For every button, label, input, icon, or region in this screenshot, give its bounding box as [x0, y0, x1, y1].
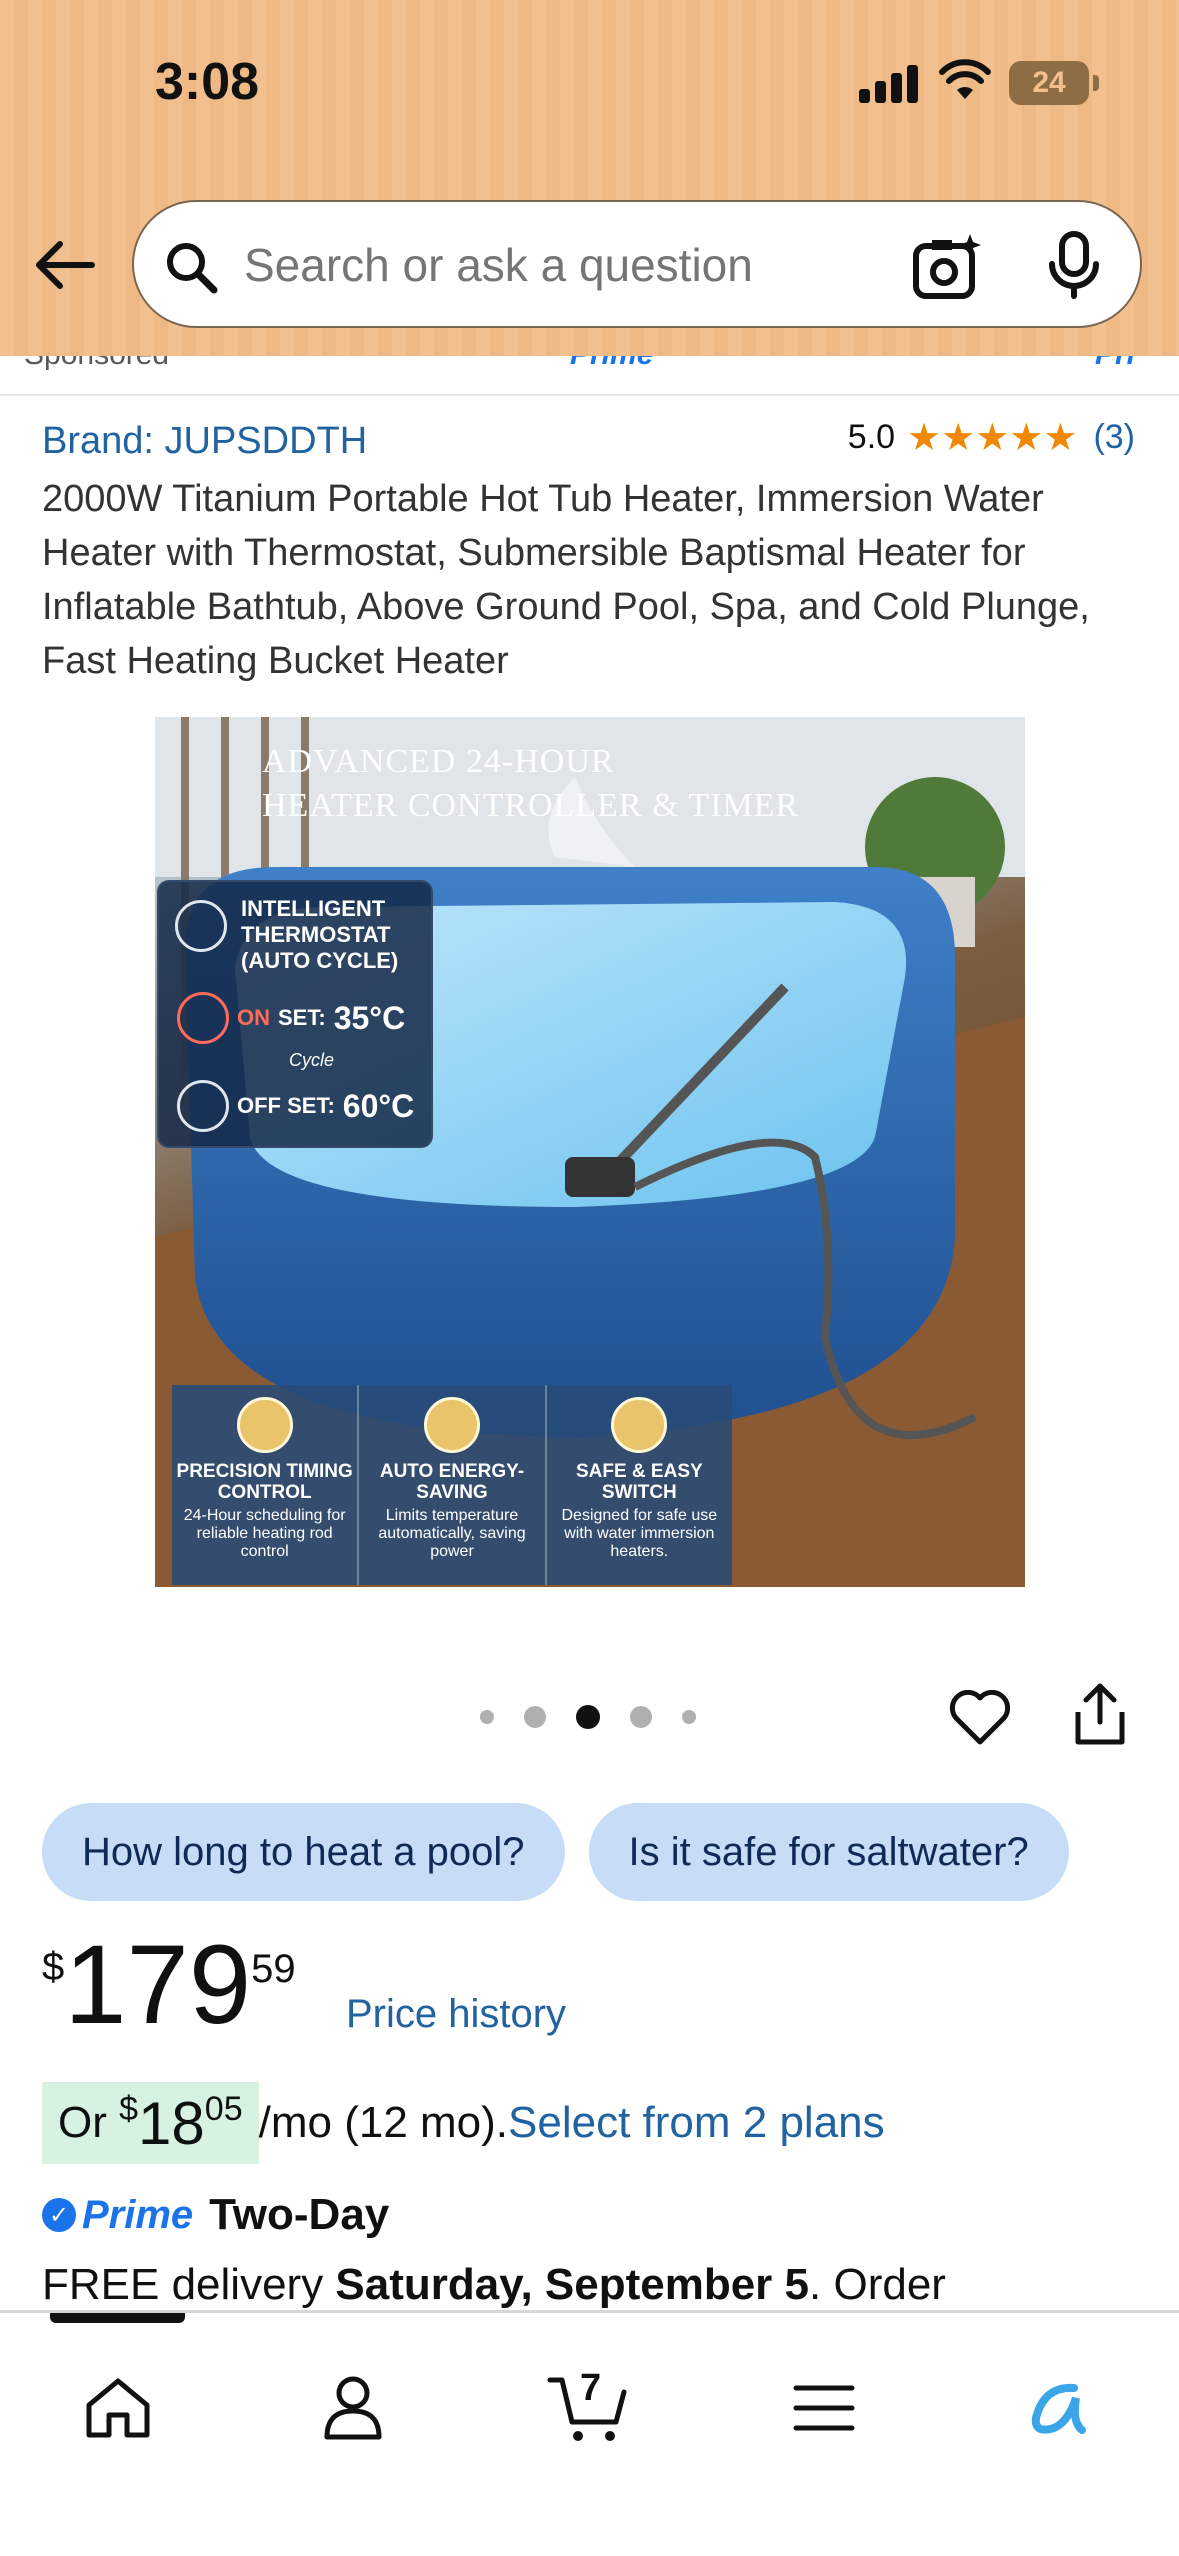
sponsored-label: Sponsored: [24, 356, 169, 372]
price-fraction: 59: [251, 1947, 296, 1991]
carousel-dot[interactable]: [630, 1706, 652, 1728]
check-icon: ✓: [42, 2198, 76, 2232]
search-bar[interactable]: [132, 200, 1142, 328]
signal-icon: [859, 63, 919, 103]
star-icon: ★: [907, 416, 942, 459]
rating-row[interactable]: 5.0 ★ ★ ★ ★ ★ (3): [848, 418, 1135, 457]
installment-amount: Or $ 18 05: [42, 2082, 259, 2164]
nav-account[interactable]: [283, 2343, 423, 2473]
carousel-dots[interactable]: [480, 1705, 696, 1729]
prime-badge: ✓ Prime: [42, 2193, 193, 2238]
status-icons: 24: [859, 55, 1179, 115]
thermostat-panel: INTELLIGENT THERMOSTAT (AUTO CYCLE) ON S…: [157, 880, 433, 1148]
search-icon: [167, 243, 218, 294]
wifi-icon: [939, 59, 991, 99]
feature-item: SAFE & EASY SWITCH Designed for safe use…: [547, 1385, 732, 1585]
star-rating: ★ ★ ★ ★ ★: [907, 419, 1077, 457]
star-icon: ★: [1009, 416, 1044, 459]
brand-link[interactable]: Brand: JUPSDDTH: [42, 420, 367, 463]
features-panel: PRECISION TIMING CONTROL 24-Hour schedul…: [172, 1385, 732, 1585]
question-chips: How long to heat a pool? Is it safe for …: [42, 1803, 1069, 1901]
home-icon: [86, 2378, 150, 2438]
microphone-icon[interactable]: [1044, 230, 1104, 300]
header: 3:08 24: [0, 0, 1179, 356]
question-chip[interactable]: Is it safe for saltwater?: [588, 1803, 1069, 1901]
carousel-dot[interactable]: [480, 1710, 494, 1724]
prime-label: Prime: [570, 356, 653, 372]
carousel-dot-active[interactable]: [576, 1705, 600, 1729]
shield-icon: [611, 1397, 668, 1453]
share-icon[interactable]: [1072, 1682, 1128, 1748]
delivery-date: Saturday, September 5: [335, 2260, 810, 2309]
camera-lens-icon[interactable]: [912, 232, 984, 300]
select-plans-link[interactable]: Select from 2 plans: [508, 2098, 885, 2148]
carousel-dot[interactable]: [524, 1706, 546, 1728]
product-title: 2000W Titanium Portable Hot Tub Heater, …: [42, 478, 1090, 682]
plug-icon: [177, 992, 229, 1044]
price: $ 179 59: [42, 1922, 296, 2047]
active-tab-indicator: [50, 2313, 185, 2323]
off-temperature: 60°C: [342, 1087, 415, 1124]
status-time: 3:08: [155, 53, 260, 111]
cart-count: 7: [580, 2367, 602, 2409]
leaf-icon: [423, 1397, 480, 1453]
star-icon: ★: [941, 416, 976, 459]
search-input[interactable]: [244, 230, 884, 300]
prime-label: Pri: [1095, 356, 1135, 372]
rating-value: 5.0: [847, 418, 896, 456]
price-whole: 179: [64, 1922, 252, 2047]
thermometer-icon: [175, 900, 227, 952]
thermostat-title: INTELLIGENT THERMOSTAT (AUTO CYCLE): [241, 896, 399, 973]
on-temperature: 35°C: [333, 999, 406, 1036]
heart-icon[interactable]: [948, 1686, 1012, 1746]
nav-menu[interactable]: [754, 2343, 894, 2473]
carousel-dot[interactable]: [682, 1710, 696, 1724]
sponsored-strip: Sponsored Prime Pri: [0, 356, 1179, 396]
installment-row: Or $ 18 05 /mo (12 mo). Select from 2 pl…: [42, 2082, 885, 2164]
nav-cart[interactable]: 7: [518, 2343, 658, 2473]
cycle-label: Cycle: [289, 1050, 335, 1070]
plug-icon: [177, 1080, 229, 1132]
delivery-text: FREE delivery Saturday, September 5. Ord…: [42, 2260, 946, 2309]
image-headline: ADVANCED 24-HOUR HEATER CONTROLLER & TIM…: [262, 743, 800, 824]
menu-icon: [793, 2385, 855, 2431]
nav-rufus[interactable]: [990, 2343, 1130, 2473]
clock-icon: [236, 1397, 293, 1453]
feature-item: PRECISION TIMING CONTROL 24-Hour schedul…: [172, 1385, 360, 1585]
back-arrow-icon[interactable]: [30, 230, 100, 300]
star-icon: ★: [975, 416, 1010, 459]
account-icon: [324, 2376, 382, 2440]
delivery-speed: Two-Day: [209, 2190, 390, 2239]
nav-home[interactable]: [48, 2343, 188, 2473]
question-chip[interactable]: How long to heat a pool?: [42, 1803, 565, 1901]
star-icon: ★: [1043, 416, 1078, 459]
bottom-nav: 7: [0, 2310, 1179, 2556]
feature-item: AUTO ENERGY-SAVING Limits temperature au…: [359, 1385, 547, 1585]
rating-count[interactable]: (3): [1093, 418, 1135, 457]
battery-icon: 24: [1009, 61, 1089, 105]
price-history-link[interactable]: Price history: [346, 1992, 566, 2037]
rufus-icon: [1031, 2383, 1086, 2434]
prime-row: ✓ Prime Two-Day: [42, 2190, 389, 2240]
